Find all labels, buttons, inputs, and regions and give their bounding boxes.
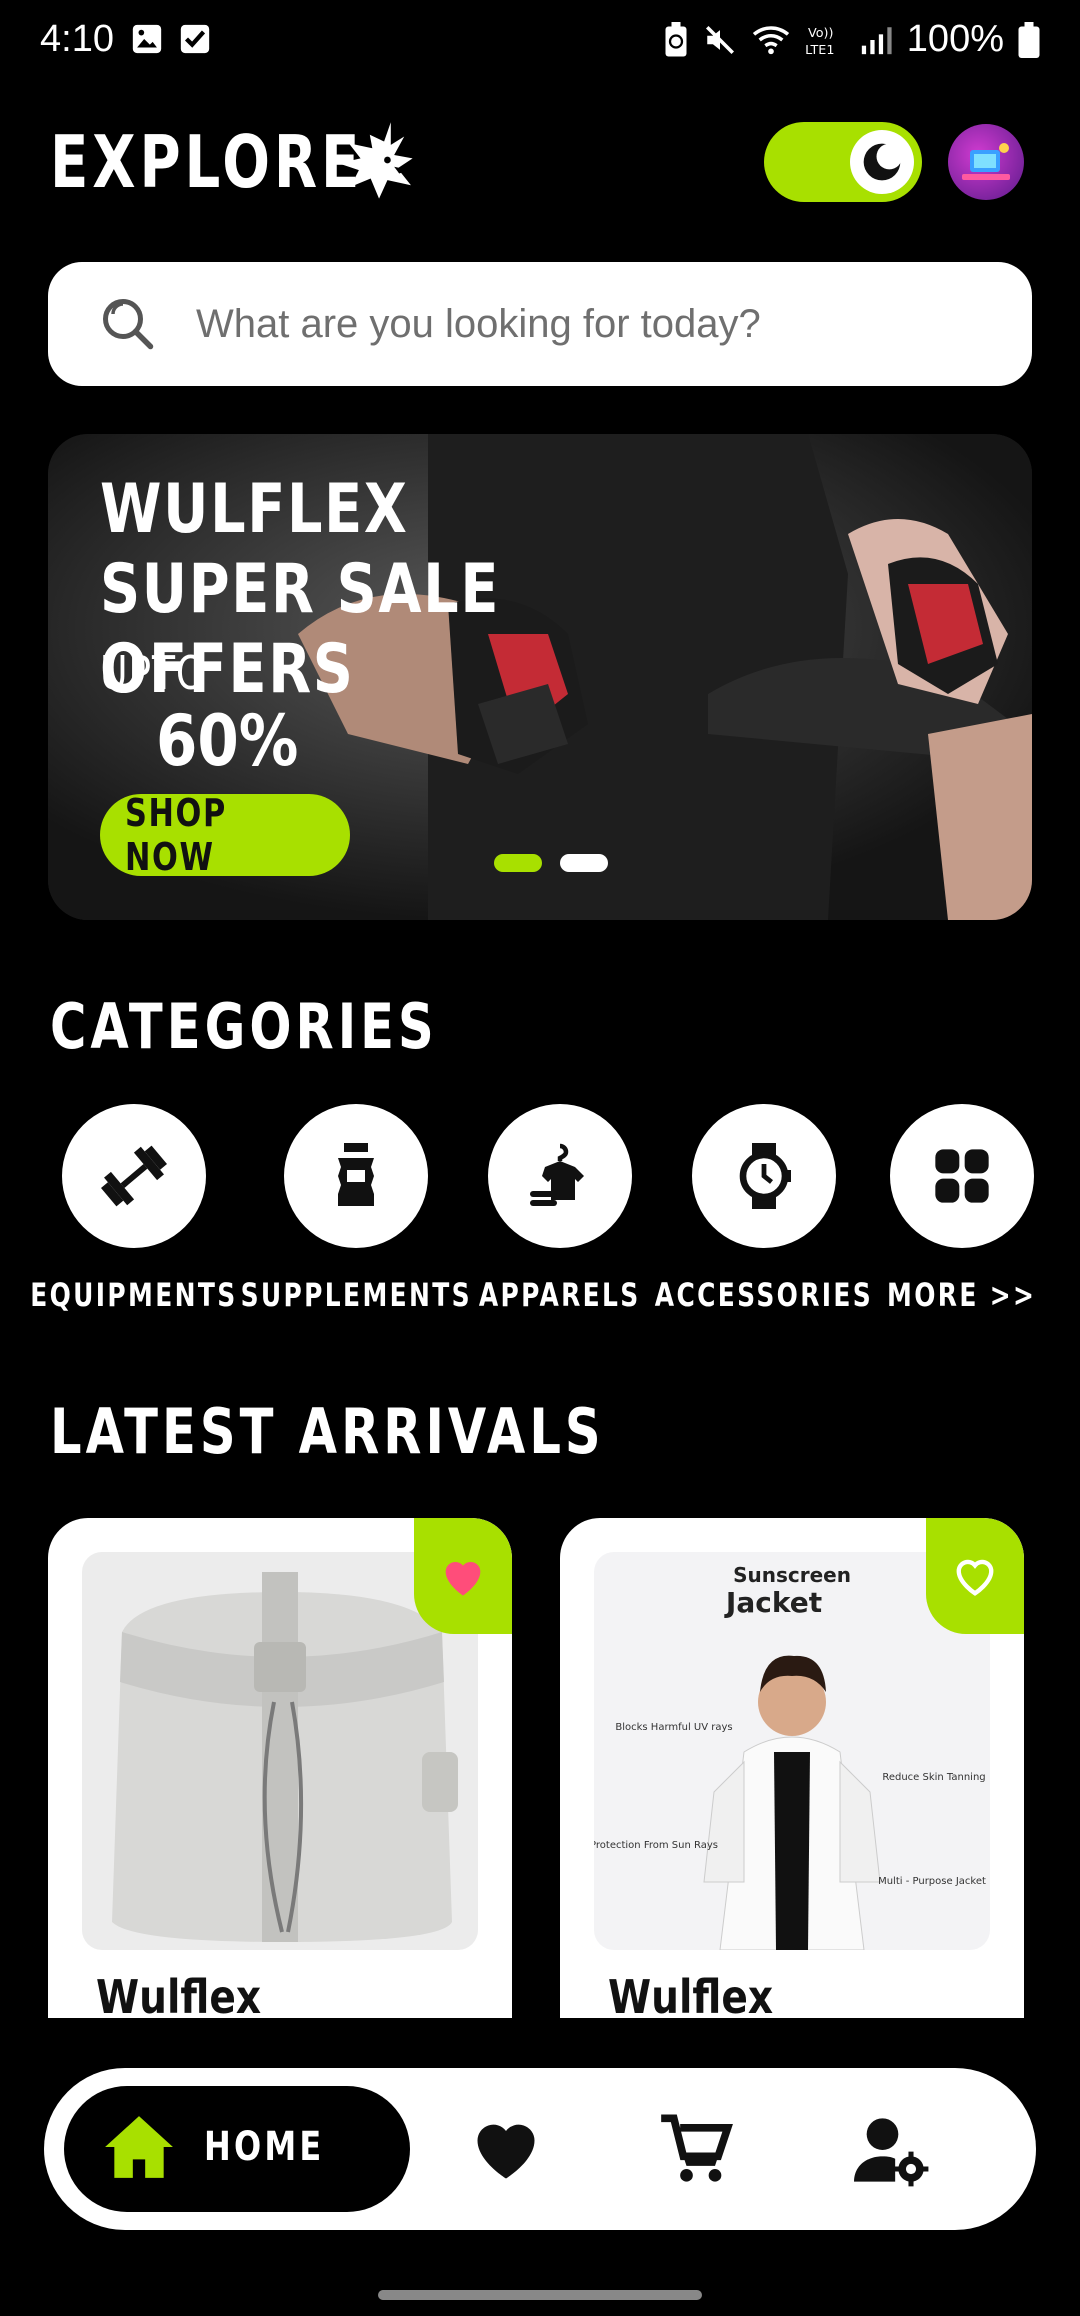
battery-percent: 100% [906, 18, 1004, 60]
battery-saver-icon [665, 21, 687, 56]
avatar[interactable] [948, 124, 1024, 200]
moon-icon [863, 143, 903, 181]
heart-filled-icon [445, 1561, 481, 1596]
shop-now-label: SHOP NOW [125, 791, 227, 879]
product-brand: Wulflex [608, 1970, 774, 2018]
cart-icon[interactable] [658, 2112, 734, 2188]
page-title: EXPLORE [50, 120, 364, 204]
categories-list: EQUIPMENTS SUPPLEMENTS APPARELS ACCESSOR… [30, 1104, 1034, 1324]
product-brand: Wulflex [96, 1970, 262, 2018]
search-input[interactable] [196, 286, 996, 362]
mute-icon [705, 25, 734, 54]
product-card[interactable]: Sunscreen Jacket Blocks Harmful UV rays … [560, 1518, 1024, 2018]
latest-arrivals-title: LATEST ARRIVALS [50, 1395, 605, 1468]
callout-multipurpose: Multi - Purpose Jacket [878, 1876, 986, 1887]
battery-icon [1018, 21, 1040, 58]
banner-upto: UPTO [100, 646, 207, 700]
home-indicator[interactable] [378, 2290, 702, 2300]
status-notification-icons [130, 22, 212, 56]
grid-icon [935, 1149, 989, 1203]
heart-outline-icon [956, 1559, 994, 1596]
avatar-image-icon [962, 143, 1010, 180]
dumbbell-icon [101, 1145, 167, 1207]
promo-banner[interactable]: WULFLEX SUPER SALE OFFERS UPTO 60% SHOP … [48, 434, 1032, 920]
category-more[interactable]: MORE >> [887, 1104, 1034, 1314]
home-icon [105, 2116, 173, 2178]
banner-discount: 60% [156, 700, 299, 782]
category-circle [890, 1104, 1034, 1248]
product-card[interactable]: Wulflex [48, 1518, 512, 2018]
category-label: APPARELS [479, 1276, 641, 1314]
category-accessories[interactable]: ACCESSORIES [655, 1104, 871, 1314]
search-bar[interactable] [48, 262, 1032, 386]
favorite-button[interactable] [414, 1518, 512, 1634]
checkbox-icon [180, 24, 210, 54]
category-label: SUPPLEMENTS [240, 1276, 472, 1314]
callout-tanning: Reduce Skin Tanning [882, 1772, 985, 1783]
bottom-nav: HOME [44, 2068, 1036, 2230]
apparel-hanger-icon [530, 1143, 584, 1206]
signal-icon [861, 26, 892, 54]
search-icon [103, 299, 154, 350]
status-bar: 4:10 Vo)) LTE1 100% [0, 0, 1080, 80]
category-apparels[interactable]: APPARELS [479, 1104, 639, 1314]
status-time: 4:10 [40, 18, 114, 60]
theme-toggle[interactable] [764, 122, 922, 202]
svg-text:LTE1: LTE1 [805, 43, 834, 57]
toggle-knob [850, 130, 914, 194]
callout-uv: Blocks Harmful UV rays [615, 1722, 732, 1733]
gallery-icon [132, 24, 162, 54]
carousel-dot-2[interactable] [560, 854, 608, 872]
wifi-icon [752, 25, 789, 54]
wolf-logo-icon [338, 122, 413, 199]
heart-icon[interactable] [468, 2112, 544, 2188]
carousel-dots [494, 854, 608, 872]
category-label: EQUIPMENTS [30, 1276, 238, 1314]
callout-sunrays: Protection From Sun Rays [594, 1840, 718, 1851]
supplement-bottle-icon [338, 1143, 374, 1206]
category-equipments[interactable]: EQUIPMENTS [30, 1104, 235, 1314]
user-settings-icon[interactable] [854, 2112, 930, 2188]
svg-text:Vo)): Vo)) [808, 26, 833, 41]
volte-icon: Vo)) LTE1 [805, 26, 834, 57]
category-label: MORE >> [887, 1276, 1037, 1314]
nav-home-label: HOME [204, 2124, 325, 2170]
category-circle [62, 1104, 206, 1248]
carousel-dot-1[interactable] [494, 854, 542, 872]
category-label: ACCESSORIES [654, 1276, 874, 1314]
watch-icon [739, 1143, 791, 1209]
category-circle [284, 1104, 428, 1248]
image-text-sunscreen: Sunscreen [733, 1563, 851, 1587]
category-circle [692, 1104, 836, 1248]
category-supplements[interactable]: SUPPLEMENTS [240, 1104, 469, 1314]
category-circle [488, 1104, 632, 1248]
shop-now-button[interactable]: SHOP NOW [100, 791, 350, 879]
favorite-button[interactable] [926, 1518, 1024, 1634]
status-system-icons: Vo)) LTE1 100% [663, 18, 1040, 61]
categories-title: CATEGORIES [50, 990, 438, 1063]
image-text-jacket: Jacket [724, 1586, 822, 1619]
nav-home-button[interactable]: HOME [64, 2086, 410, 2212]
